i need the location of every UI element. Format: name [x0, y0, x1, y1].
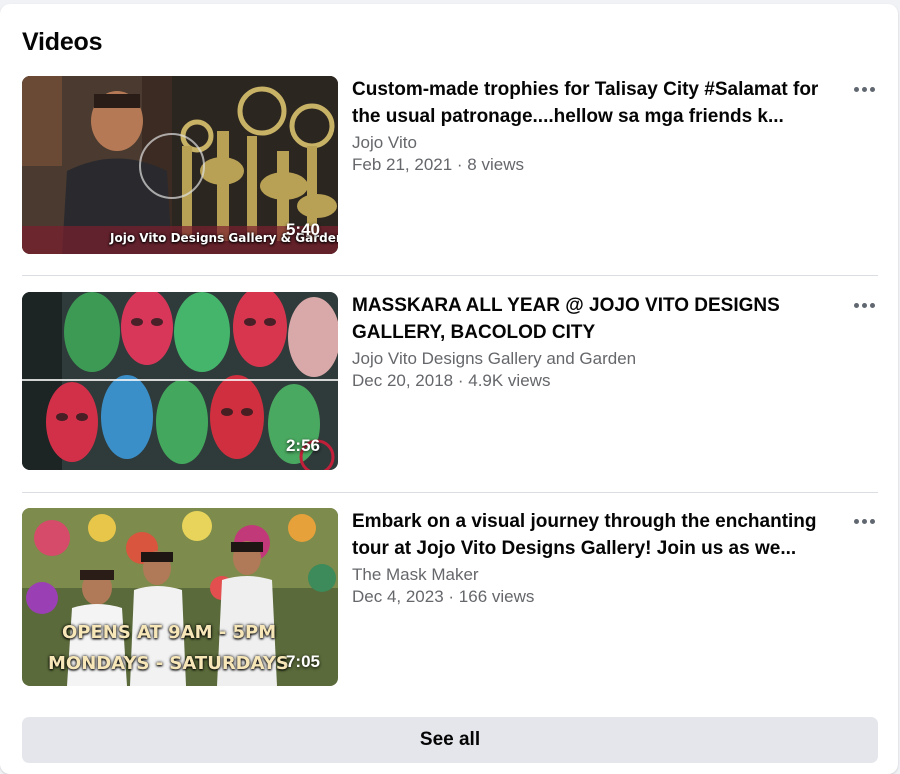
video-title[interactable]: Custom-made trophies for Talisay City #S…: [352, 76, 842, 130]
video-date-views: Dec 20, 2018 · 4.9K views: [352, 371, 551, 390]
video-meta: Custom-made trophies for Talisay City #S…: [352, 76, 842, 176]
video-date-views: Dec 4, 2023 · 166 views: [352, 587, 535, 606]
video-thumbnail[interactable]: OPENS AT 9AM - 5PM MONDAYS - SATURDAYS 7…: [22, 508, 338, 686]
video-thumbnail[interactable]: 2:56: [22, 292, 338, 470]
video-author[interactable]: The Mask Maker: [352, 564, 842, 586]
video-author[interactable]: Jojo Vito: [352, 132, 842, 154]
video-item[interactable]: OPENS AT 9AM - 5PM MONDAYS - SATURDAYS 7…: [22, 508, 878, 686]
more-options-icon[interactable]: [850, 78, 878, 100]
divider: [22, 492, 878, 493]
section-title: Videos: [22, 28, 103, 56]
thumbnail-caption-line1: OPENS AT 9AM - 5PM: [62, 622, 277, 643]
more-options-icon[interactable]: [850, 294, 878, 316]
video-title[interactable]: Embark on a visual journey through the e…: [352, 508, 842, 562]
see-all-button[interactable]: See all: [22, 717, 878, 763]
video-meta: Embark on a visual journey through the e…: [352, 508, 842, 608]
divider: [22, 275, 878, 276]
video-author[interactable]: Jojo Vito Designs Gallery and Garden: [352, 348, 842, 370]
video-thumbnail[interactable]: Jojo Vito Designs Gallery & Garden 5:40: [22, 76, 338, 254]
video-title[interactable]: MASSKARA ALL YEAR @ JOJO VITO DESIGNS GA…: [352, 292, 842, 346]
video-item[interactable]: Jojo Vito Designs Gallery & Garden 5:40 …: [22, 76, 878, 254]
video-item[interactable]: 2:56 MASSKARA ALL YEAR @ JOJO VITO DESIG…: [22, 292, 878, 470]
video-duration: 7:05: [285, 652, 320, 671]
video-duration: 5:40: [285, 220, 320, 239]
video-date-views: Feb 21, 2021 · 8 views: [352, 155, 524, 174]
thumbnail-caption-line2: MONDAYS - SATURDAYS: [48, 653, 289, 674]
video-duration: 2:56: [285, 436, 320, 455]
videos-card: Videos Jojo Vito Designs Gallery & Garde…: [0, 4, 898, 774]
more-options-icon[interactable]: [850, 510, 878, 532]
video-meta: MASSKARA ALL YEAR @ JOJO VITO DESIGNS GA…: [352, 292, 842, 392]
